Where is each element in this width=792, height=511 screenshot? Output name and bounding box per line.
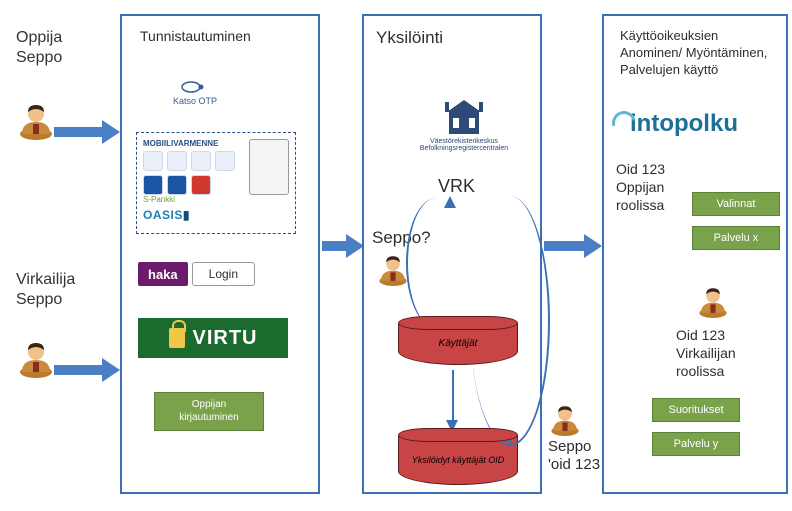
katso-otp-logo: Katso OTP [150, 80, 240, 106]
service-valinnat-button[interactable]: Valinnat [692, 192, 780, 216]
seppo-oid-label: Seppo 'oid 123 [548, 438, 600, 474]
panel-auth-title: Tunnistautuminen [140, 28, 251, 44]
learner-login-button[interactable]: Oppijan kirjautuminen [154, 392, 264, 431]
service-palvelu-y-button[interactable]: Palvelu y [652, 432, 740, 456]
person-icon [16, 338, 56, 378]
db-identified-users: Yksilöidyt käyttäjät OID [398, 428, 518, 485]
actor-official-label: Virkailija Seppo [16, 270, 75, 310]
panel-rights-title: Käyttöoikeuksien Anominen/ Myöntäminen, … [620, 28, 780, 79]
actor-learner-label: Oppija Seppo [16, 28, 62, 68]
person-icon [548, 402, 582, 436]
swirl-icon [612, 111, 636, 135]
person-icon [16, 100, 56, 140]
panel-ident-title: Yksilöinti [376, 28, 443, 48]
flow-arrow [406, 198, 466, 328]
opintopolku-logo: intopolku [612, 110, 738, 138]
login-button[interactable]: Login [192, 262, 255, 286]
bank-auth-box: MOBIILIVARMENNE S-Pankki OASIS▮ [136, 132, 296, 234]
panel-rights [602, 14, 788, 494]
person-icon [696, 284, 730, 318]
person-icon [376, 252, 410, 286]
role-learner-label: Oid 123 Oppijan roolissa [616, 160, 665, 215]
vrk-label: VRK [438, 176, 475, 197]
vrk-logo: Väestörekisterikeskus Befolkningsregiste… [414, 96, 514, 152]
service-palvelu-x-button[interactable]: Palvelu x [692, 226, 780, 250]
role-official-label: Oid 123 Virkailijan roolissa [676, 326, 736, 381]
lock-icon [169, 328, 185, 348]
haka-login-row[interactable]: haka Login [138, 262, 255, 286]
flow-arrow [452, 370, 454, 426]
service-suoritukset-button[interactable]: Suoritukset [652, 398, 740, 422]
haka-badge: haka [138, 262, 188, 286]
virtu-button[interactable]: VIRTU [138, 318, 288, 358]
arrowhead-icon [444, 196, 456, 208]
